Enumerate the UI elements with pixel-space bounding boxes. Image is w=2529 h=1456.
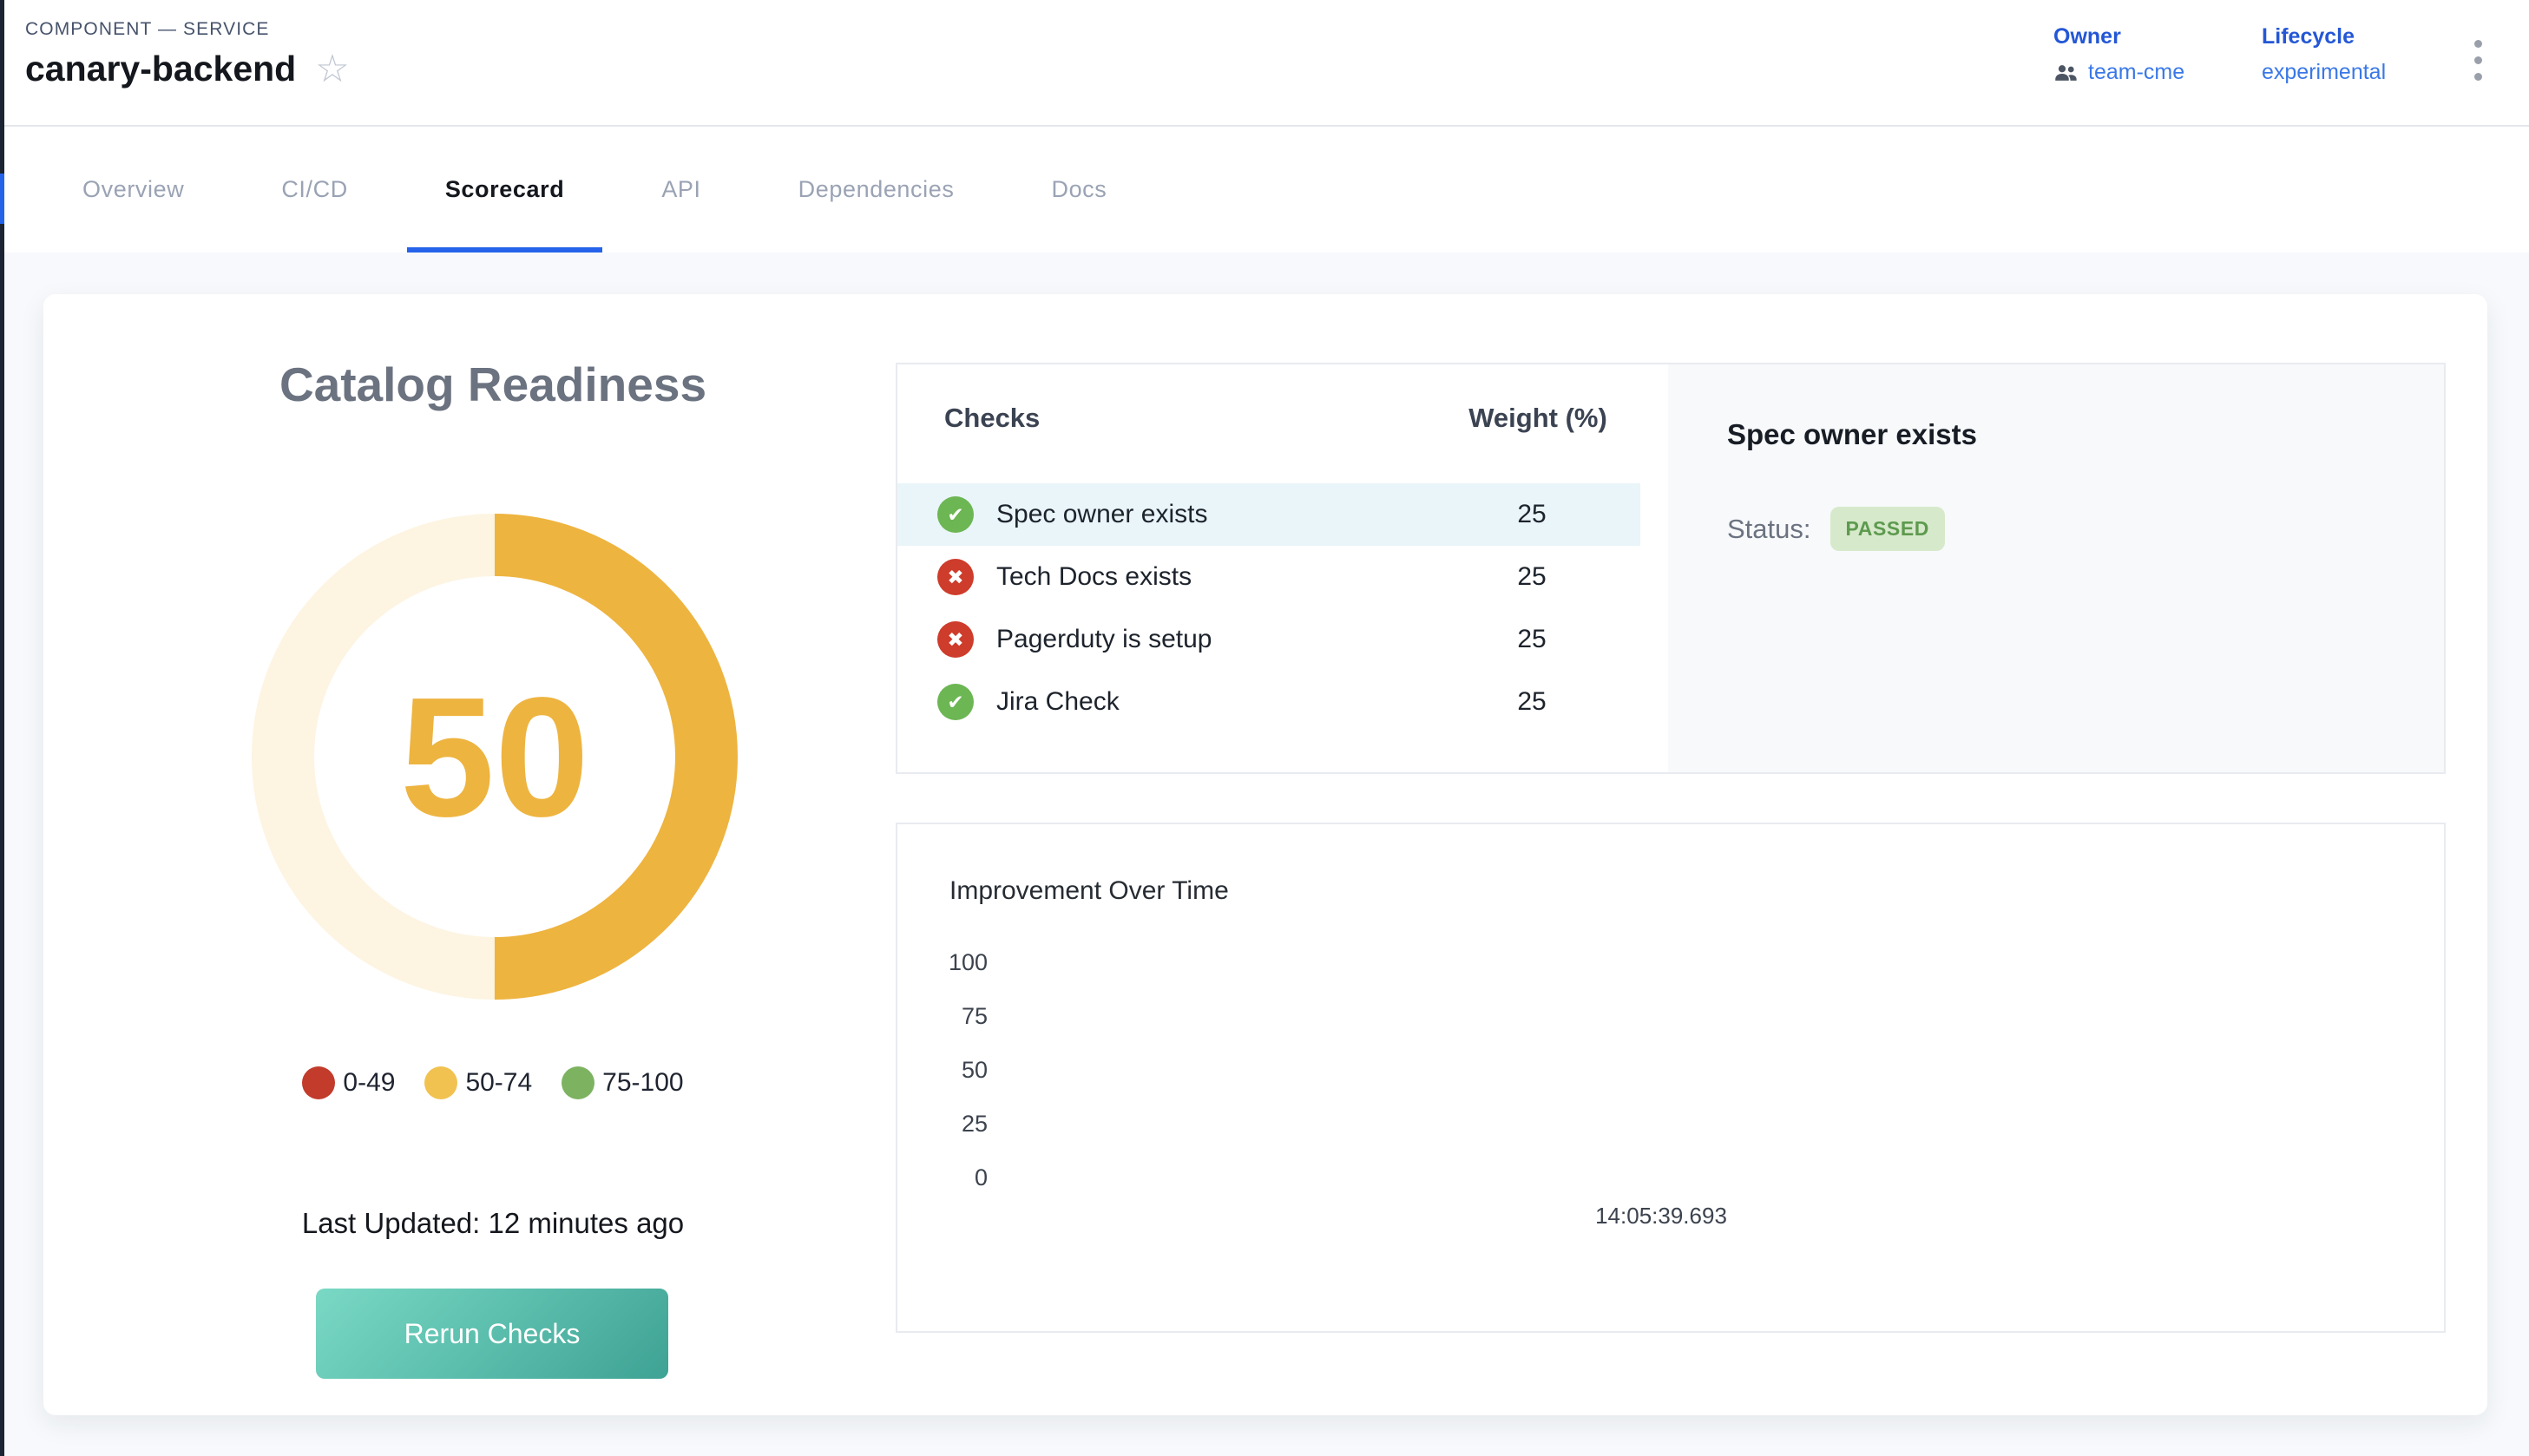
y-axis-tick: 75 [922,1003,988,1030]
people-icon [2053,63,2079,82]
check-detail-title: Spec owner exists [1727,418,2409,451]
legend-label: 75-100 [602,1068,683,1098]
legend-label: 0-49 [343,1068,395,1098]
check-name: Spec owner exists [996,500,1480,529]
rerun-checks-button[interactable]: Rerun Checks [316,1289,668,1379]
entity-header: COMPONENT — SERVICE canary-backend ☆ Own… [4,0,2529,127]
check-status-row: Status: PASSED [1727,507,2409,551]
entity-title-row: canary-backend ☆ [25,49,350,89]
check-failed-icon: ✖ [937,559,974,595]
check-row-spec-owner[interactable]: ✔ Spec owner exists 25 [897,483,1640,546]
page-title: canary-backend [25,49,296,89]
entity-tab-bar: Overview CI/CD Scorecard API Dependencie… [4,127,2529,253]
lifecycle-label: Lifecycle [2262,24,2386,49]
favorite-star-icon[interactable]: ☆ [315,50,349,89]
check-name: Pagerduty is setup [996,625,1480,654]
checks-table-header: Checks Weight (%) [897,403,1668,434]
check-weight: 25 [1480,500,1584,529]
tab-api[interactable]: API [623,127,739,253]
kebab-menu-icon[interactable] [2469,40,2486,81]
app-screen: COMPONENT — SERVICE canary-backend ☆ Own… [0,0,2529,1456]
entity-kind-breadcrumb: COMPONENT — SERVICE [25,19,270,40]
status-label: Status: [1727,514,1811,545]
checks-column-header: Checks [944,403,1442,434]
last-updated-text: Last Updated: 12 minutes ago [43,1207,943,1240]
check-name: Jira Check [996,687,1480,717]
check-row-jira[interactable]: ✔ Jira Check 25 [897,671,1640,733]
check-passed-icon: ✔ [937,496,974,533]
checks-panel: Checks Weight (%) ✔ Spec owner exists 25… [896,363,2446,774]
y-axis-tick: 100 [922,949,988,976]
tab-cicd[interactable]: CI/CD [243,127,386,253]
y-axis-tick: 25 [922,1111,988,1138]
check-rows: ✔ Spec owner exists 25 ✖ Tech Docs exist… [897,483,1640,733]
check-failed-icon: ✖ [937,621,974,658]
checks-table: Checks Weight (%) ✔ Spec owner exists 25… [897,364,1668,772]
legend-dot-red [302,1066,335,1099]
x-axis-tick: 14:05:39.693 [1540,1203,1783,1230]
legend-item-mid: 50-74 [424,1066,532,1099]
improvement-chart-panel: Improvement Over Time 100 75 50 25 0 14:… [896,823,2446,1333]
legend-item-high: 75-100 [562,1066,683,1099]
score-gauge: 50 [252,514,738,1000]
check-row-pagerduty[interactable]: ✖ Pagerduty is setup 25 [897,608,1640,671]
owner-value[interactable]: team-cme [2088,60,2184,85]
legend-dot-green [562,1066,594,1099]
tab-overview[interactable]: Overview [44,127,222,253]
owner-block: Owner team-cme [2053,24,2184,85]
scorecard-title: Catalog Readiness [43,357,943,412]
check-weight: 25 [1480,562,1584,592]
tab-dependencies[interactable]: Dependencies [760,127,993,253]
check-weight: 25 [1480,687,1584,717]
status-badge: PASSED [1830,507,1945,551]
scorecard-card: Catalog Readiness 50 0-49 50-74 75-100 L… [43,294,2487,1415]
y-axis-tick: 50 [922,1057,988,1084]
tab-docs[interactable]: Docs [1013,127,1145,253]
lifecycle-value: experimental [2262,60,2386,85]
chart-title: Improvement Over Time [949,876,1229,906]
legend-dot-yellow [424,1066,457,1099]
legend-label: 50-74 [465,1068,532,1098]
y-axis-tick: 0 [922,1164,988,1191]
lifecycle-block: Lifecycle experimental [2262,24,2386,85]
tab-scorecard[interactable]: Scorecard [407,127,602,253]
check-detail-panel: Spec owner exists Status: PASSED [1668,364,2444,772]
score-legend: 0-49 50-74 75-100 [43,1066,943,1099]
check-passed-icon: ✔ [937,684,974,720]
owner-label: Owner [2053,24,2184,49]
gauge-score-value: 50 [252,514,738,1000]
check-weight: 25 [1480,625,1584,654]
owner-link[interactable]: team-cme [2053,60,2184,85]
check-name: Tech Docs exists [996,562,1480,592]
weight-column-header: Weight (%) [1442,403,1633,434]
check-row-tech-docs[interactable]: ✖ Tech Docs exists 25 [897,546,1640,608]
legend-item-low: 0-49 [302,1066,395,1099]
